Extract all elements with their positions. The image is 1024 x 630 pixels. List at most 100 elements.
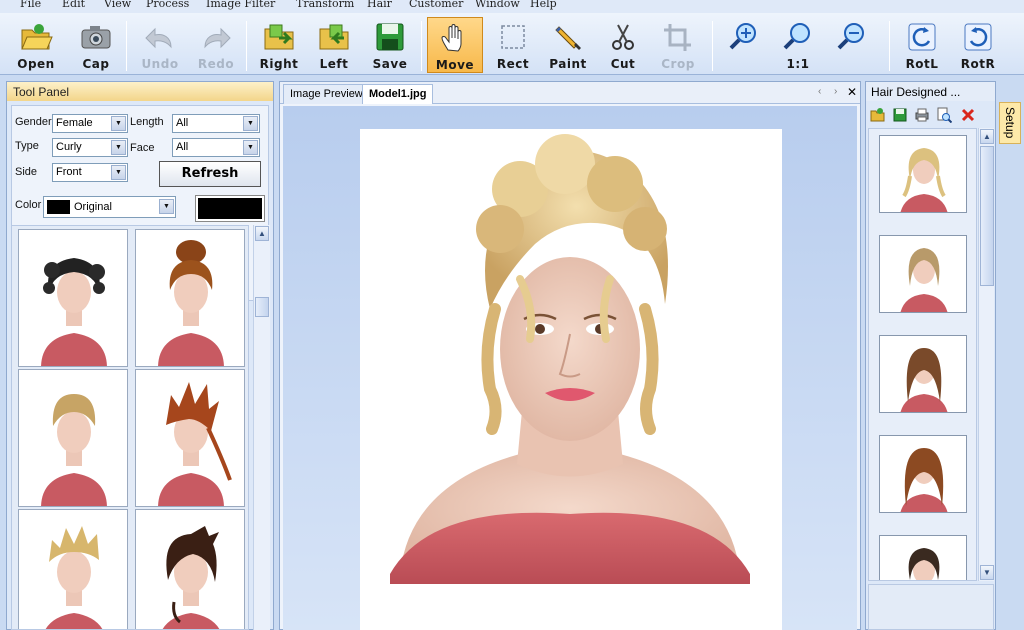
designed-hair-thumbnail[interactable] <box>879 435 967 513</box>
side-select[interactable]: Front ▼ <box>52 163 128 182</box>
paint-tool-button[interactable]: Paint <box>542 17 594 73</box>
toolbar-separator <box>126 21 127 71</box>
crop-label: Crop <box>661 57 695 71</box>
color-picker-box[interactable] <box>195 195 265 222</box>
refresh-button[interactable]: Refresh <box>159 161 261 187</box>
right-button[interactable]: Right <box>252 17 306 73</box>
crop-icon <box>664 24 691 51</box>
hairstyle-thumbnail[interactable] <box>135 369 245 507</box>
hairstyle-image <box>136 370 244 506</box>
right-label: Right <box>259 57 299 71</box>
designed-hair-thumbnail[interactable] <box>879 335 967 413</box>
type-label: Type <box>15 140 39 152</box>
menu-hair[interactable]: Hair <box>367 0 392 10</box>
menu-transform[interactable]: Transform <box>296 0 354 10</box>
delete-icon[interactable] <box>960 107 976 123</box>
designed-hair-thumbnail[interactable] <box>879 135 967 213</box>
image-canvas[interactable] <box>360 129 782 630</box>
camera-icon <box>81 26 111 49</box>
rect-select-icon <box>501 25 525 49</box>
save-disk-icon[interactable] <box>892 107 908 123</box>
open-button[interactable]: Open <box>10 17 62 73</box>
folder-right-icon <box>264 24 294 50</box>
length-select[interactable]: All ▼ <box>172 114 260 133</box>
capture-button[interactable]: Cap <box>70 17 122 73</box>
setup-side-tab[interactable]: Setup <box>999 102 1021 144</box>
crop-tool-button[interactable]: Crop <box>652 17 704 73</box>
menu-window[interactable]: Window <box>475 0 520 10</box>
cap-label: Cap <box>82 57 110 71</box>
zoom-out-icon <box>837 23 864 50</box>
zoom-icon <box>783 23 810 50</box>
cut-tool-button[interactable]: Cut <box>598 17 648 73</box>
folder-open-icon <box>21 24 53 50</box>
menu-edit[interactable]: Edit <box>62 0 85 10</box>
save-label: Save <box>372 57 408 71</box>
dropdown-arrow-icon: ▼ <box>111 165 126 180</box>
print-preview-icon[interactable] <box>936 107 952 123</box>
scroll-down-icon[interactable]: ▼ <box>980 565 994 580</box>
move-tool-button[interactable]: Move <box>427 17 483 73</box>
rotate-left-button[interactable]: RotL <box>896 17 948 73</box>
tab-prev-icon[interactable]: ‹ <box>818 86 821 97</box>
face-select[interactable]: All ▼ <box>172 138 260 157</box>
type-select[interactable]: Curly ▼ <box>52 138 128 157</box>
menu-process[interactable]: Process <box>146 0 189 10</box>
undo-icon <box>145 27 172 49</box>
menu-file[interactable]: File <box>20 0 41 10</box>
left-label: Left <box>319 57 349 71</box>
close-icon[interactable]: ✕ <box>847 85 857 99</box>
zoom-out-button[interactable] <box>826 17 878 73</box>
tab-model1[interactable]: Model1.jpg <box>362 84 434 104</box>
type-value: Curly <box>56 141 82 153</box>
dropdown-arrow-icon: ▼ <box>111 140 126 155</box>
designed-hair-thumbnail[interactable] <box>879 535 967 580</box>
save-button[interactable]: Save <box>363 17 417 73</box>
save-disk-icon <box>376 23 404 51</box>
menu-customer[interactable]: Customer <box>409 0 463 10</box>
face-label: Face <box>130 142 155 154</box>
folder-left-icon <box>319 24 349 50</box>
scroll-thumb[interactable] <box>255 297 269 317</box>
menu-help[interactable]: Help <box>530 0 557 10</box>
hair-panel-footer <box>868 584 994 630</box>
cut-label: Cut <box>610 57 636 71</box>
color-select[interactable]: Original ▼ <box>43 196 176 218</box>
tab-next-icon[interactable]: › <box>834 86 837 97</box>
move-label: Move <box>435 58 475 72</box>
hairstyle-thumbnail[interactable] <box>18 229 128 367</box>
redo-label: Redo <box>197 57 235 71</box>
color-label: Color <box>15 199 42 211</box>
rect-tool-button[interactable]: Rect <box>488 17 538 73</box>
tab-image-preview[interactable]: Image Preview <box>283 84 370 104</box>
hairstyle-thumbnail[interactable] <box>18 369 128 507</box>
hair-designed-panel: Hair Designed ... ▲ ▼ <box>865 81 996 630</box>
print-icon[interactable] <box>914 107 930 123</box>
zoom-in-button[interactable] <box>718 17 770 73</box>
undo-button[interactable]: Undo <box>134 17 186 73</box>
gender-select[interactable]: Female ▼ <box>52 114 128 133</box>
menu-image-filter[interactable]: Image Filter <box>206 0 275 10</box>
zoom-actual-size-button[interactable]: 1:1 <box>772 17 824 73</box>
hairstyle-image <box>136 510 244 629</box>
hairstyle-thumbnail[interactable] <box>135 509 245 629</box>
open-label: Open <box>17 57 55 71</box>
hairstyle-thumbnail[interactable] <box>18 509 128 629</box>
tool-panel-title: Tool Panel <box>7 82 273 101</box>
redo-button[interactable]: Redo <box>190 17 242 73</box>
designed-hair-image <box>880 236 966 312</box>
folder-open-icon[interactable] <box>870 107 886 123</box>
gallery-scrollbar[interactable]: ▲ <box>253 225 270 630</box>
hairstyle-thumbnail[interactable] <box>135 229 245 367</box>
scroll-thumb[interactable] <box>980 146 994 286</box>
scroll-up-icon[interactable]: ▲ <box>980 129 994 144</box>
dropdown-arrow-icon: ▼ <box>243 116 258 131</box>
designed-hair-thumbnail[interactable] <box>879 235 967 313</box>
hair-list-scrollbar[interactable]: ▲ ▼ <box>978 128 994 581</box>
menu-view[interactable]: View <box>104 0 131 10</box>
gender-value: Female <box>56 117 93 129</box>
rotate-right-button[interactable]: RotR <box>952 17 1004 73</box>
scroll-up-icon[interactable]: ▲ <box>255 226 269 241</box>
left-button[interactable]: Left <box>308 17 360 73</box>
length-value: All <box>176 117 189 129</box>
